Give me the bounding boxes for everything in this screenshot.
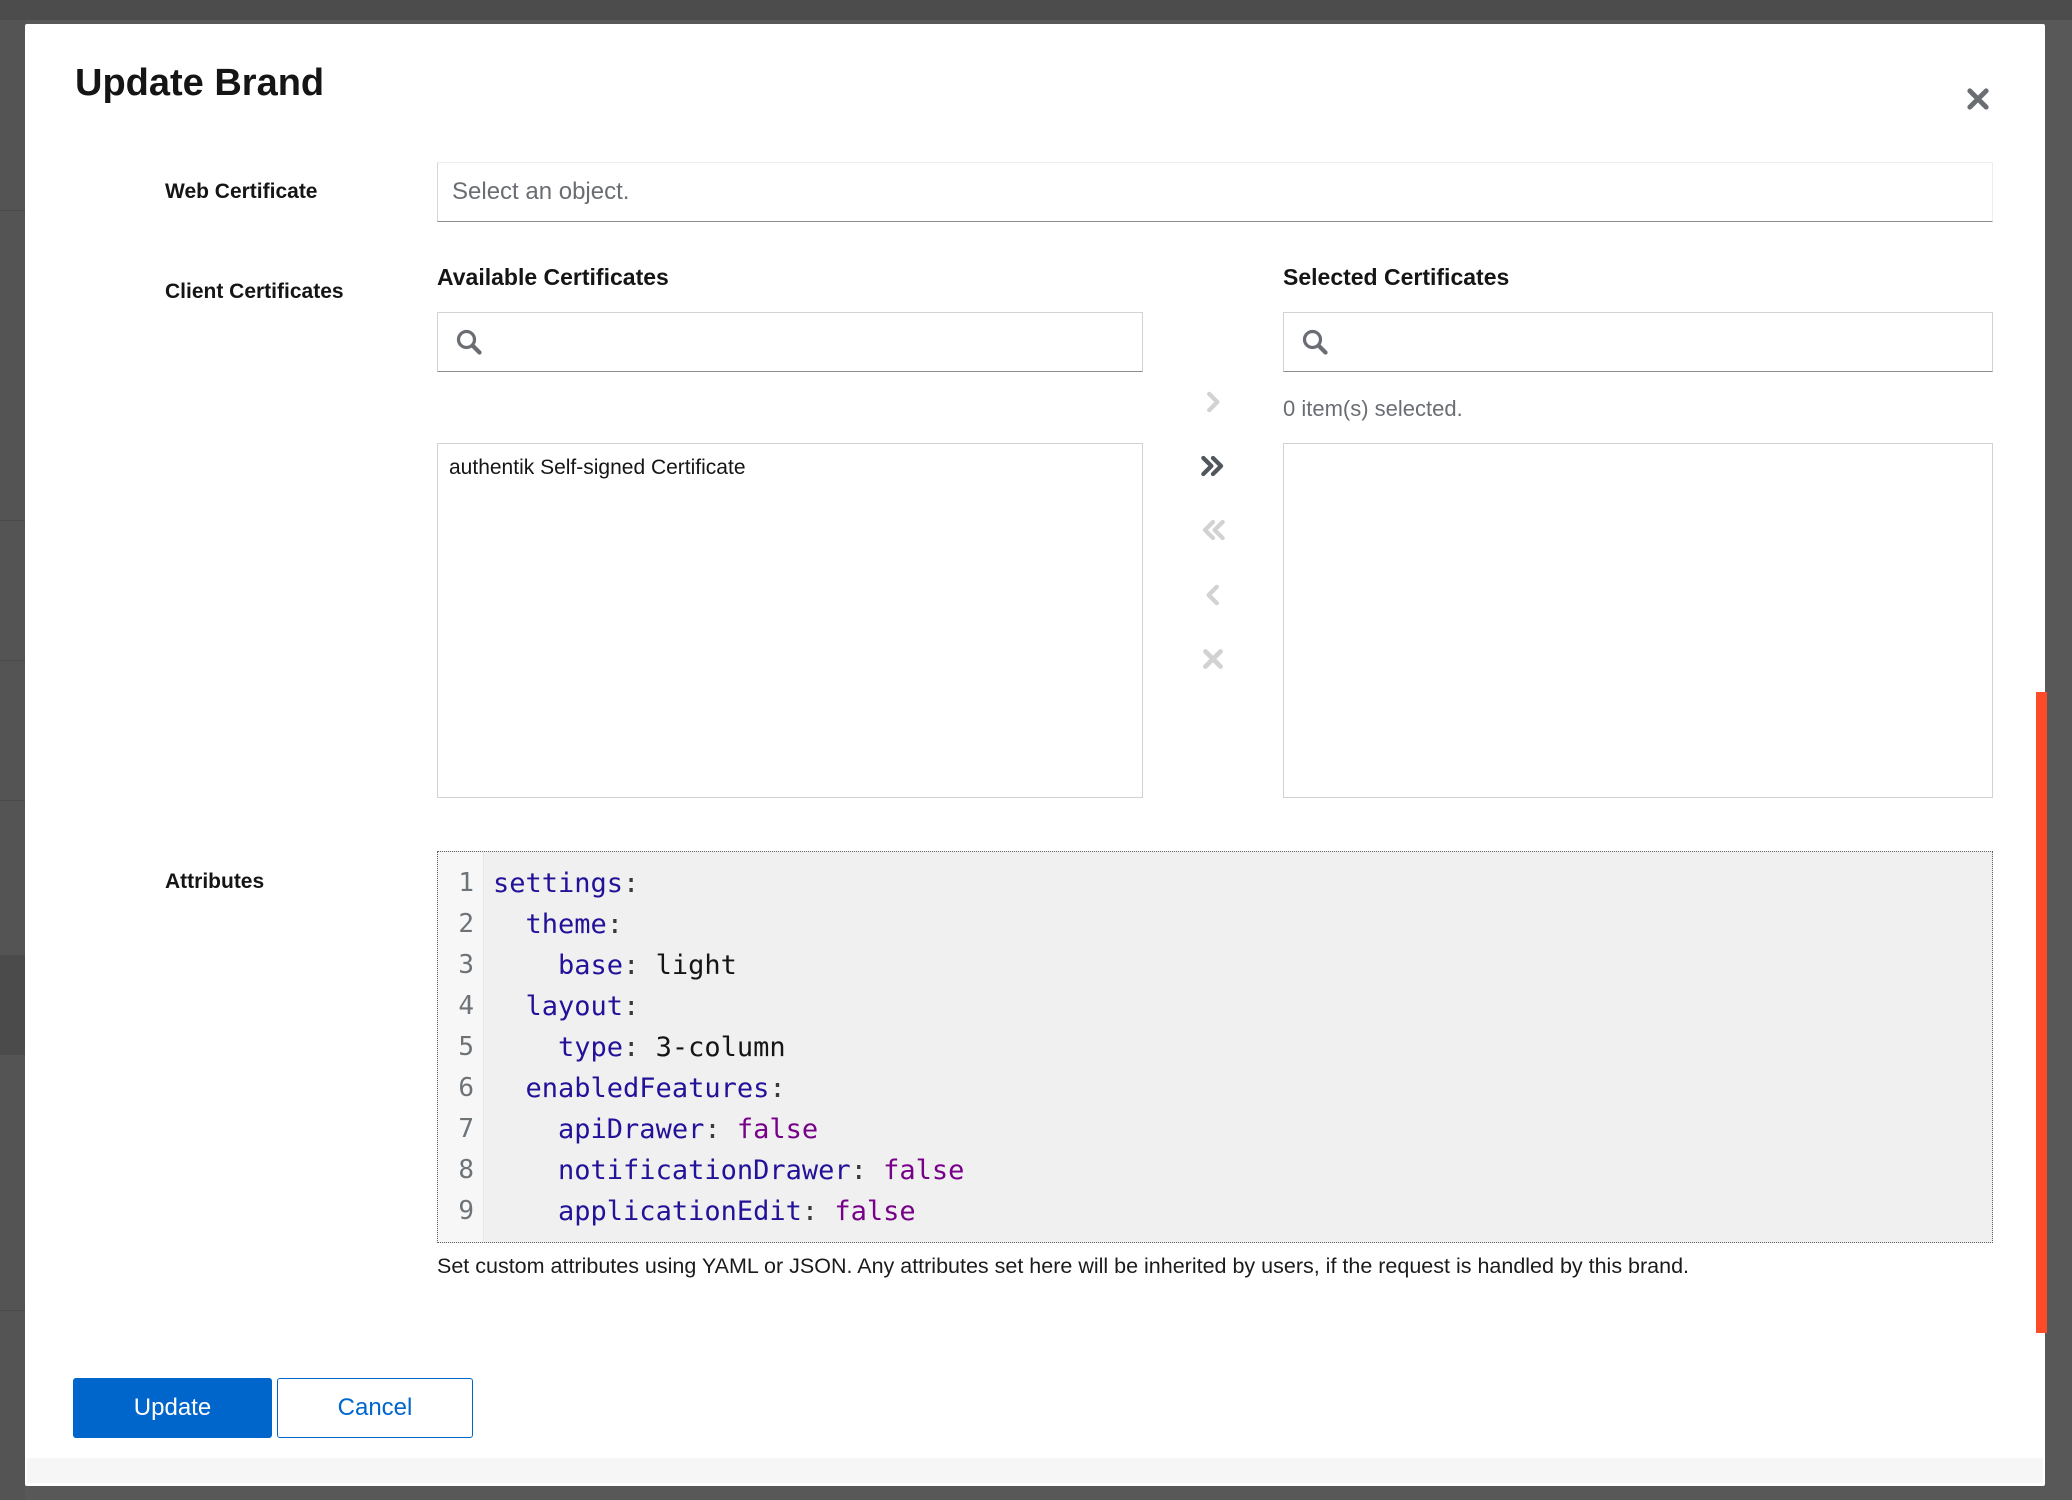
line-number: 6 bbox=[438, 1068, 474, 1109]
attributes-help-text: Set custom attributes using YAML or JSON… bbox=[437, 1254, 1997, 1279]
angle-right-icon bbox=[1200, 389, 1226, 415]
code-line: layout: bbox=[493, 986, 1992, 1027]
selected-certificates-list bbox=[1283, 443, 1993, 798]
times-icon bbox=[1199, 645, 1227, 673]
background-top-bar bbox=[0, 0, 2072, 20]
selected-certificates-title: Selected Certificates bbox=[1283, 264, 1509, 291]
update-brand-modal: Update Brand Web Certificate Select an o… bbox=[25, 24, 2045, 1486]
available-search-input[interactable] bbox=[496, 313, 1142, 371]
editor-gutter: 1 2 3 4 5 6 7 8 9 bbox=[438, 852, 484, 1242]
close-icon bbox=[1964, 85, 1992, 113]
available-certificates-list: authentik Self-signed Certificate bbox=[437, 443, 1143, 798]
code-line: apiDrawer: false bbox=[493, 1109, 1992, 1150]
transfer-controls bbox=[1189, 378, 1237, 699]
line-number: 4 bbox=[438, 986, 474, 1027]
remove-selected-button[interactable] bbox=[1189, 571, 1237, 619]
selected-search-input[interactable] bbox=[1342, 313, 1992, 371]
code-line: type: 3-column bbox=[493, 1027, 1992, 1068]
line-number: 8 bbox=[438, 1150, 474, 1191]
sidebar-row-divider bbox=[0, 660, 25, 661]
selected-search[interactable] bbox=[1283, 312, 1993, 372]
search-icon bbox=[454, 327, 484, 357]
sidebar-row-divider bbox=[0, 800, 25, 801]
angle-left-icon bbox=[1200, 582, 1226, 608]
line-number: 9 bbox=[438, 1191, 474, 1232]
sidebar-row-divider bbox=[0, 210, 25, 211]
line-number: 3 bbox=[438, 945, 474, 986]
background-sidebar-edge bbox=[0, 20, 25, 1500]
clear-selection-button[interactable] bbox=[1189, 635, 1237, 683]
attributes-code-editor[interactable]: 1 2 3 4 5 6 7 8 9 settings: theme: base:… bbox=[437, 851, 1993, 1243]
client-certificates-label: Client Certificates bbox=[165, 280, 344, 304]
search-icon bbox=[1300, 327, 1330, 357]
update-button[interactable]: Update bbox=[73, 1378, 272, 1438]
code-line: enabledFeatures: bbox=[493, 1068, 1992, 1109]
available-certificates-title: Available Certificates bbox=[437, 264, 669, 291]
available-search[interactable] bbox=[437, 312, 1143, 372]
web-certificate-select[interactable]: Select an object. bbox=[437, 162, 1993, 222]
code-line: base: light bbox=[493, 945, 1992, 986]
line-number: 2 bbox=[438, 904, 474, 945]
angle-double-right-icon bbox=[1198, 451, 1228, 481]
cancel-button[interactable]: Cancel bbox=[277, 1378, 473, 1438]
web-certificate-placeholder: Select an object. bbox=[452, 178, 629, 206]
modal-title: Update Brand bbox=[75, 62, 324, 105]
line-number: 1 bbox=[438, 863, 474, 904]
selected-count-status: 0 item(s) selected. bbox=[1283, 396, 1463, 422]
line-number: 7 bbox=[438, 1109, 474, 1150]
close-button[interactable] bbox=[1956, 77, 2000, 121]
add-selected-button[interactable] bbox=[1189, 378, 1237, 426]
sidebar-row-divider bbox=[0, 1310, 25, 1311]
list-item[interactable]: authentik Self-signed Certificate bbox=[438, 444, 1142, 492]
attributes-label: Attributes bbox=[165, 870, 264, 894]
code-line: applicationEdit: false bbox=[493, 1191, 1992, 1232]
accent-bar bbox=[2036, 692, 2047, 1333]
sidebar-row-divider bbox=[0, 520, 25, 521]
line-number: 5 bbox=[438, 1027, 474, 1068]
code-line: settings: bbox=[493, 863, 1992, 904]
remove-all-button[interactable] bbox=[1189, 506, 1237, 554]
sidebar-active-row bbox=[0, 955, 25, 1055]
editor-code: settings: theme: base: light layout: typ… bbox=[484, 852, 1992, 1242]
code-line: theme: bbox=[493, 904, 1992, 945]
horizontal-scrollbar[interactable] bbox=[27, 1458, 2043, 1483]
code-line: notificationDrawer: false bbox=[493, 1150, 1992, 1191]
angle-double-left-icon bbox=[1198, 515, 1228, 545]
add-all-button[interactable] bbox=[1189, 442, 1237, 490]
web-certificate-label: Web Certificate bbox=[165, 162, 318, 222]
